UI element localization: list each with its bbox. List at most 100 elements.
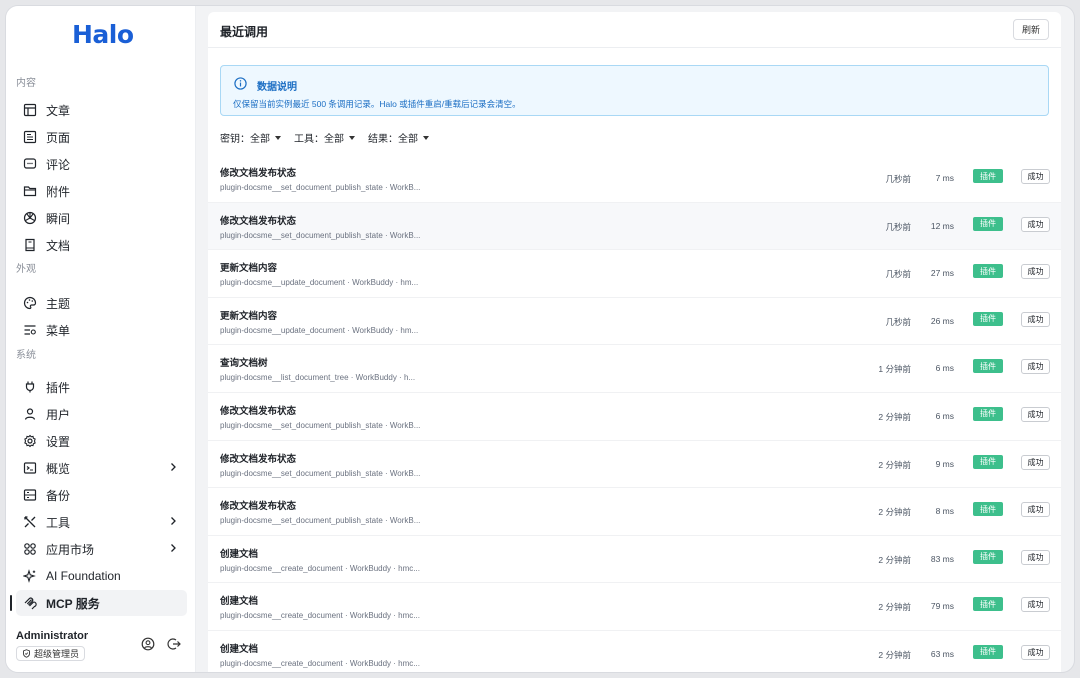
call-tool-detail: plugin-docsme__set_document_publish_stat…: [220, 420, 421, 430]
refresh-button[interactable]: 刷新: [1013, 19, 1049, 40]
menu-icon: [23, 323, 37, 337]
call-duration: 6 ms: [935, 410, 954, 421]
sidebar-group-label: 外观: [16, 264, 36, 275]
user-name: Administrator: [16, 630, 89, 642]
status-badge: 成功: [1021, 597, 1050, 613]
call-time: 2 分钟前: [878, 459, 911, 470]
moment-icon: [23, 211, 37, 225]
call-title: 创建文档: [220, 548, 259, 560]
main-header: 最近调用 刷新: [208, 12, 1061, 48]
sidebar-item-label: 插件: [46, 380, 71, 395]
status-badge: 成功: [1021, 644, 1050, 660]
call-row[interactable]: 创建文档 plugin-docsme__create_document · Wor…: [208, 583, 1061, 631]
call-title: 创建文档: [220, 643, 259, 655]
status-badge: 成功: [1021, 502, 1050, 518]
filter-key-value: 全部: [250, 134, 270, 145]
palette-icon: [23, 296, 37, 310]
chevron-right-icon: [167, 461, 179, 473]
filter-result[interactable]: 结果： 全部: [368, 130, 429, 145]
call-duration: 7 ms: [935, 173, 954, 183]
call-row[interactable]: 更新文档内容 plugin-docsme__update_document · W…: [208, 250, 1061, 298]
sidebar-item[interactable]: 应用市场: [16, 536, 187, 562]
filter-tool[interactable]: 工具： 全部: [294, 130, 355, 145]
call-duration: 12 ms: [930, 220, 954, 231]
sidebar-item-label: 页面: [46, 130, 71, 145]
call-tool-detail: plugin-docsme__set_document_publish_stat…: [220, 183, 421, 192]
app-window: Halo 内容 文章 页面 评论 附件 瞬间 文档 外观 主题 菜单 系统 插件 用户 设置 概览 备份 工具应…: [6, 6, 1074, 672]
call-time: 2 分钟前: [878, 554, 911, 565]
call-tool-detail: plugin-docsme__update_document · WorkBud…: [220, 325, 419, 335]
call-time: 几秒前: [885, 316, 911, 327]
call-row[interactable]: 修改文档发布状态 plugin-docsme__set_document_publ…: [208, 202, 1061, 251]
type-badge: 插件: [973, 454, 1003, 469]
filter-bar: 密钥： 全部 工具： 全部 结果： 全部: [220, 130, 429, 145]
sidebar-item[interactable]: 插件: [16, 374, 187, 400]
sidebar-item[interactable]: 菜单: [16, 317, 187, 343]
chevron-right-icon: [167, 542, 179, 554]
sidebar-item[interactable]: 用户: [16, 401, 187, 427]
tools-icon: [23, 515, 37, 529]
sidebar-item[interactable]: 文章: [16, 97, 187, 123]
call-row[interactable]: 查询文档树 plugin-docsme__list_document_tree ·…: [208, 345, 1061, 393]
shield-icon: [22, 649, 31, 658]
call-title: 修改文档发布状态: [220, 405, 297, 417]
sidebar-item[interactable]: 概览: [16, 455, 187, 481]
filter-key[interactable]: 密钥： 全部: [220, 130, 281, 145]
sidebar-item[interactable]: 瞬间: [16, 205, 187, 231]
call-title: 修改文档发布状态: [220, 501, 297, 513]
sidebar-item-label: 文章: [46, 103, 71, 118]
comment-icon: [23, 157, 37, 171]
user-icon: [23, 407, 37, 421]
sidebar-item-label: 设置: [46, 434, 71, 449]
profile-icon[interactable]: [141, 637, 155, 651]
status-badge: 成功: [1021, 216, 1050, 232]
call-row[interactable]: 更新文档内容 plugin-docsme__update_document · W…: [208, 298, 1061, 346]
call-duration: 63 ms: [930, 648, 954, 659]
call-tool-detail: plugin-docsme__set_document_publish_stat…: [220, 468, 421, 478]
call-time: 几秒前: [885, 221, 911, 232]
sidebar-item[interactable]: 附件: [16, 178, 187, 204]
call-row[interactable]: 修改文档发布状态 plugin-docsme__set_document_publ…: [208, 155, 1061, 203]
type-badge: 插件: [973, 264, 1003, 279]
sidebar-item-label: 附件: [46, 184, 71, 199]
role-badge: 超级管理员: [16, 646, 86, 661]
call-duration: 6 ms: [935, 363, 954, 374]
call-time: 2 分钟前: [878, 649, 911, 660]
call-title: 更新文档内容: [220, 263, 278, 275]
article-icon: [23, 103, 37, 117]
call-duration: 26 ms: [930, 315, 954, 326]
call-row[interactable]: 创建文档 plugin-docsme__create_document · Wor…: [208, 631, 1061, 672]
folder-icon: [23, 184, 37, 198]
call-tool-detail: plugin-docsme__set_document_publish_stat…: [220, 230, 421, 240]
halo-logo[interactable]: Halo: [72, 20, 134, 49]
sidebar-item[interactable]: 备份: [16, 482, 187, 508]
sidebar-group-label: 内容: [16, 78, 36, 89]
sidebar-item-label: 主题: [46, 296, 71, 311]
call-row[interactable]: 修改文档发布状态 plugin-docsme__set_document_publ…: [208, 488, 1061, 536]
call-time: 2 分钟前: [878, 411, 911, 422]
call-title: 修改文档发布状态: [220, 215, 297, 227]
sidebar-item[interactable]: AI Foundation: [16, 563, 187, 589]
sidebar-item[interactable]: 主题: [16, 290, 187, 316]
sidebar-item[interactable]: 设置: [16, 428, 187, 454]
sidebar-item[interactable]: 工具: [16, 509, 187, 535]
sidebar-item[interactable]: 页面: [16, 124, 187, 150]
mcp-icon: [23, 596, 37, 610]
type-badge: 插件: [973, 311, 1003, 326]
notice-body: 仅保留当前实例最近 500 条调用记录。Halo 或插件重启/重载后记录会清空。: [233, 99, 521, 109]
sidebar-item-label: 备份: [46, 488, 71, 503]
sidebar-item[interactable]: 评论: [16, 151, 187, 177]
logout-icon[interactable]: [167, 637, 181, 651]
sidebar-item-label: MCP 服务: [46, 596, 100, 611]
call-title: 查询文档树: [220, 358, 268, 370]
call-row[interactable]: 修改文档发布状态 plugin-docsme__set_document_publ…: [208, 441, 1061, 489]
call-duration: 9 ms: [935, 458, 954, 469]
sidebar-item[interactable]: 文档: [16, 232, 187, 258]
sidebar-item-label: 评论: [46, 157, 71, 172]
sidebar-item[interactable]: MCP 服务: [16, 590, 187, 616]
sidebar-item-label: 概览: [46, 461, 71, 476]
call-row[interactable]: 修改文档发布状态 plugin-docsme__set_document_publ…: [208, 393, 1061, 441]
type-badge: 插件: [973, 644, 1003, 659]
call-time: 几秒前: [885, 174, 911, 184]
call-row[interactable]: 创建文档 plugin-docsme__create_document · Wor…: [208, 536, 1061, 584]
